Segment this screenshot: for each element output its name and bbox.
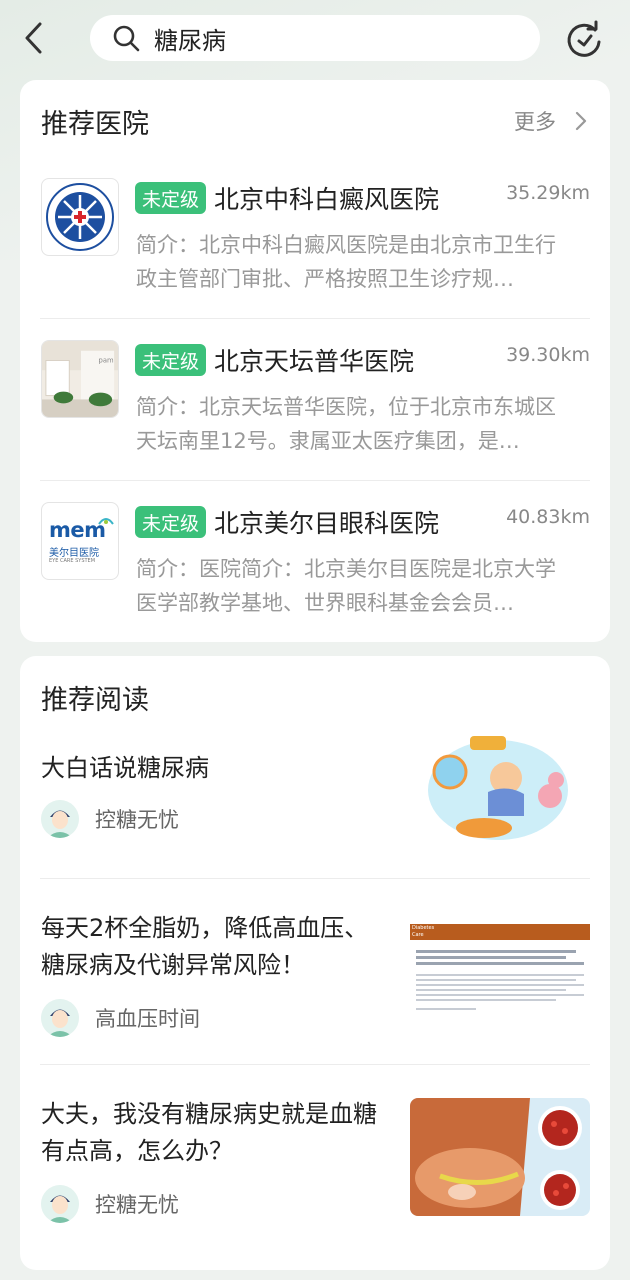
section-title: 推荐医院 [41,109,149,140]
hospital-item[interactable]: 未定级 北京中科白癜风医院 35.29km 简介：北京中科白癜风医院是由北京市卫… [40,162,590,324]
level-badge: 未定级 [135,344,207,376]
recommended-reading-card: 推荐阅读 大白话说糖尿病 控糖无忧 每天2杯全脂奶，降低高血压、糖尿病及代谢异常… [20,656,610,1270]
divider [40,318,590,319]
divider [40,1064,590,1065]
chevron-right-icon [575,111,587,131]
logo-subtitle-en: EYE CARE SYSTEM [49,558,96,564]
article-title: 大白话说糖尿病 [41,754,209,782]
hospital-distance: 35.29km [506,182,590,204]
avatar [41,1185,79,1223]
refresh-button[interactable] [562,18,606,62]
level-badge: 未定级 [135,182,207,214]
article-author: 控糖无忧 [41,800,179,838]
more-label: 更多 [514,110,556,134]
search-input[interactable]: 糖尿病 [90,15,540,61]
hospital-logo: mem 美尔目医院 EYE CARE SYSTEM [41,502,119,580]
recommended-hospitals-card: 推荐医院 更多 未定级 北京中科白癜风医院 35.29km 简介：北京中科白癜风… [20,80,610,642]
hospital-distance: 40.83km [506,506,590,528]
author-name: 控糖无忧 [95,1193,179,1217]
article-author: 高血压时间 [41,999,200,1037]
back-button[interactable] [14,18,54,58]
svg-text:pam: pam [99,356,114,364]
author-name: 控糖无忧 [95,808,179,832]
avatar [41,800,79,838]
hospital-distance: 39.30km [506,344,590,366]
author-name: 高血压时间 [95,1007,200,1031]
divider [40,878,590,879]
article-title: 每天2杯全脂奶，降低高血压、糖尿病及代谢异常风险！ [41,914,369,979]
article-title: 大夫，我没有糖尿病史就是血糖有点高，怎么办？ [41,1100,377,1165]
article-item[interactable]: 大白话说糖尿病 控糖无忧 [40,732,590,872]
hospital-description: 简介：北京天坛普华医院，位于北京市东城区天坛南里12号。隶属亚太医疗集团，是… [136,395,556,453]
article-thumbnail: Diabetes Care [410,912,590,1030]
top-bar: 糖尿病 [0,0,630,78]
section-title: 推荐阅读 [41,685,149,716]
hospital-name: 北京美尔目眼科医院 [214,509,440,538]
article-author: 控糖无忧 [41,1185,179,1223]
search-icon [112,23,142,53]
more-hospitals-link[interactable]: 更多 [514,106,588,136]
logo-subtitle: 美尔目医院 [49,548,99,559]
hospital-item[interactable]: mem 美尔目医院 EYE CARE SYSTEM 未定级 北京美尔目眼科医院 … [40,486,590,648]
hospital-description: 简介：北京中科白癜风医院是由北京市卫生行政主管部门审批、严格按照卫生诊疗规… [136,233,556,291]
refresh-icon [567,20,601,57]
search-query: 糖尿病 [154,26,226,55]
article-item[interactable]: 每天2杯全脂奶，降低高血压、糖尿病及代谢异常风险！ 高血压时间 Diabetes… [40,902,590,1042]
hospital-logo [41,178,119,256]
divider [40,480,590,481]
article-thumbnail [410,1098,590,1216]
hospital-description: 简介：医院简介：北京美尔目医院是北京大学医学部教学基地、世界眼科基金会会员… [136,557,556,615]
chevron-left-icon [25,22,42,54]
hospital-photo: pam [41,340,119,418]
avatar [41,999,79,1037]
article-thumbnail [410,732,590,850]
article-item[interactable]: 大夫，我没有糖尿病史就是血糖有点高，怎么办？ 控糖无忧 [40,1088,590,1238]
hospital-name: 北京中科白癜风医院 [214,185,440,214]
hospital-item[interactable]: pam 未定级 北京天坛普华医院 39.30km 简介：北京天坛普华医院，位于北… [40,324,590,486]
level-badge: 未定级 [135,506,207,538]
hospital-name: 北京天坛普华医院 [214,347,415,376]
